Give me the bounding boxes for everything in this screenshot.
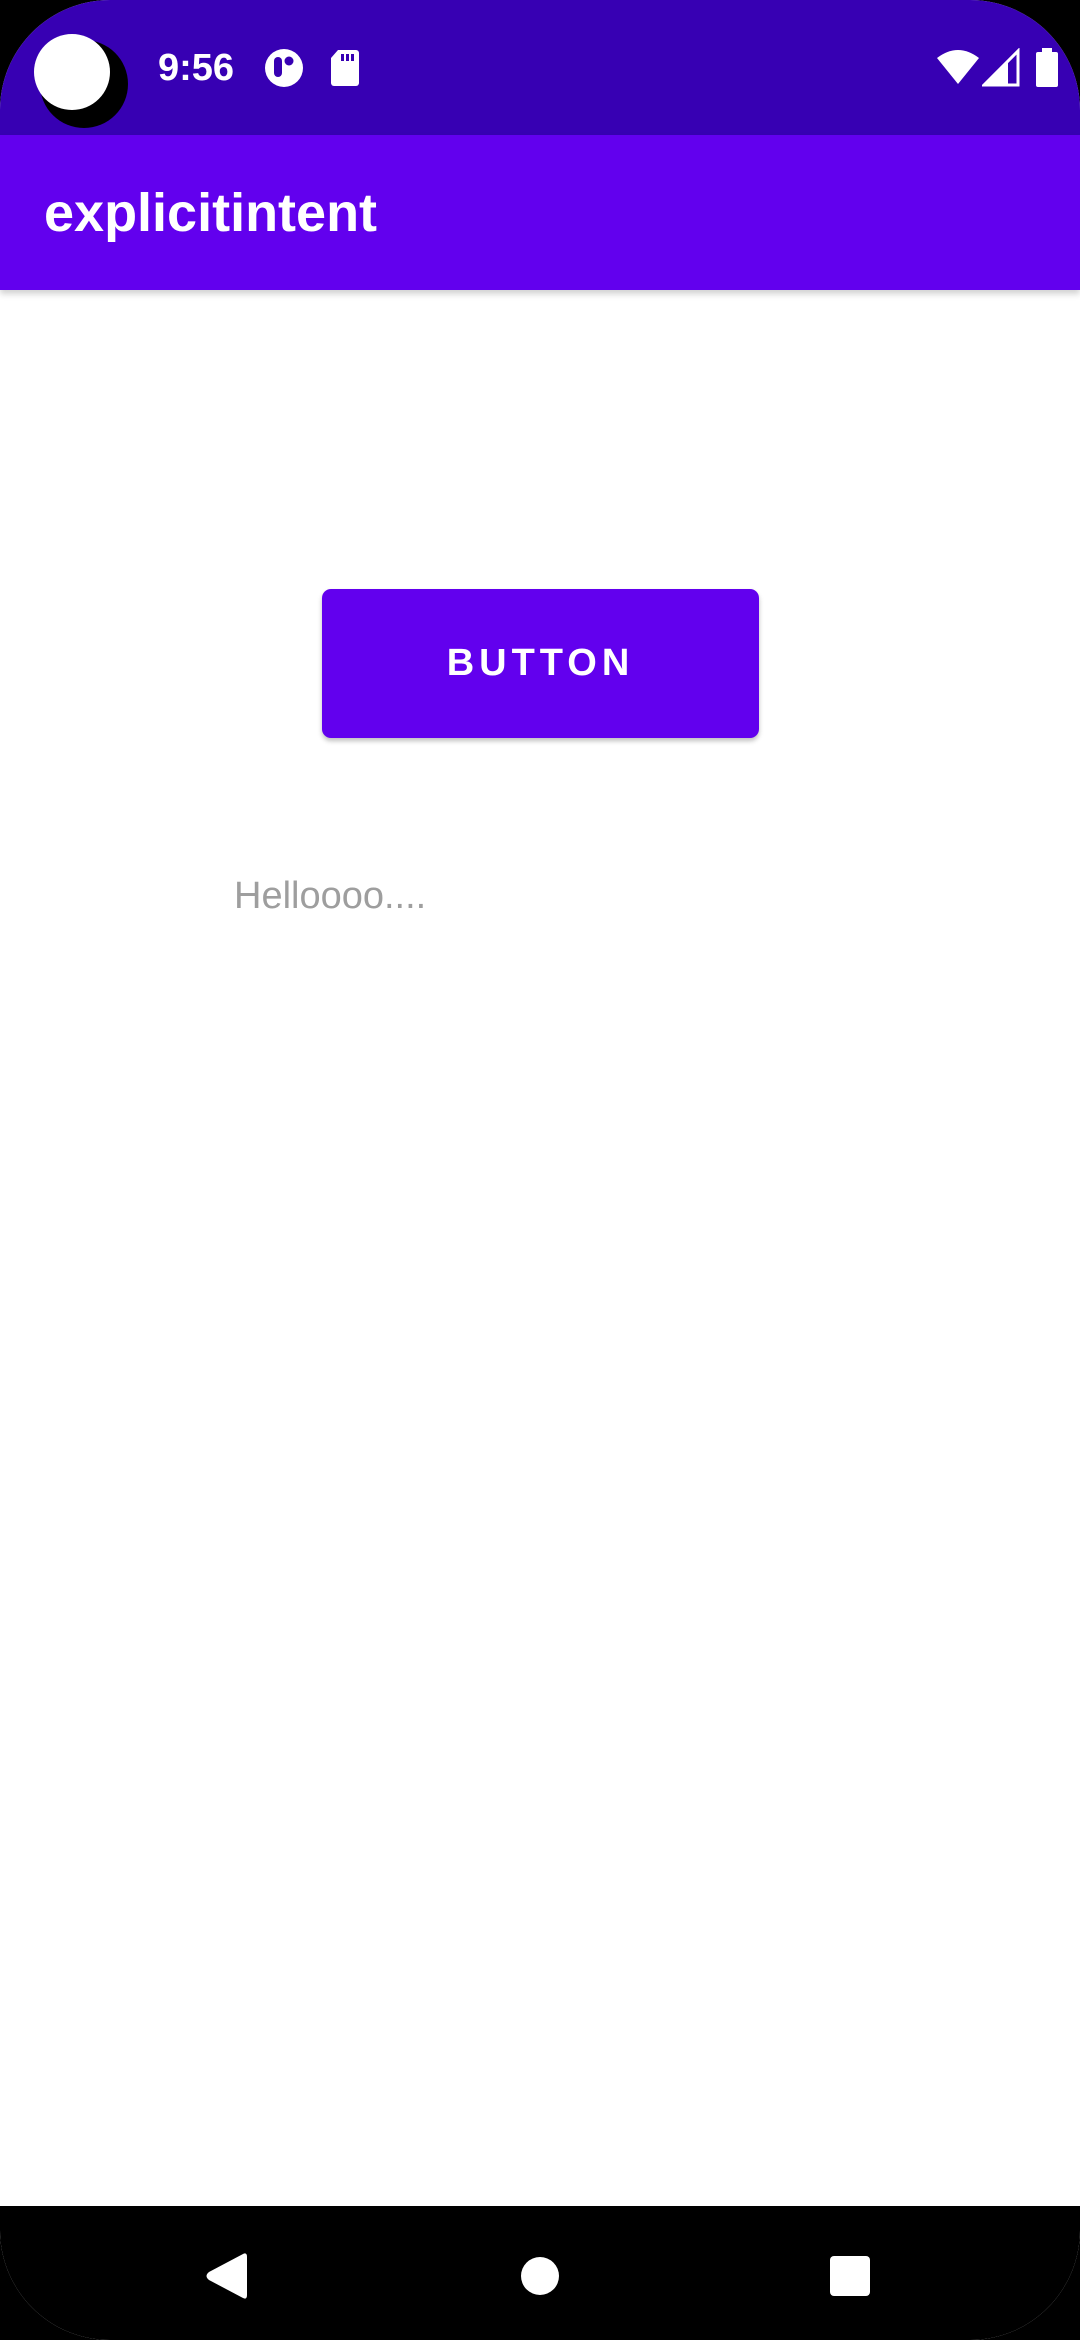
main-button[interactable]: BUTTON xyxy=(322,589,759,738)
navigation-bar xyxy=(0,2206,1080,2340)
status-time: 9:56 xyxy=(158,47,235,89)
sd-card-icon xyxy=(330,48,360,88)
wifi-icon xyxy=(935,48,981,88)
camera-lens xyxy=(34,34,110,110)
recents-icon xyxy=(830,2256,870,2296)
battery-icon xyxy=(1035,48,1059,88)
back-icon xyxy=(206,2253,247,2299)
home-icon xyxy=(521,2257,559,2295)
back-button[interactable] xyxy=(176,2226,276,2326)
hello-text: Helloooo.... xyxy=(234,875,427,917)
notification-app-icon xyxy=(264,48,304,88)
phone-screen: 9:56 explicitintent BUTTON Helloooo.... xyxy=(0,0,1080,2340)
app-bar: explicitintent xyxy=(0,135,1080,290)
cellular-signal-icon xyxy=(982,48,1020,88)
status-bar: 9:56 xyxy=(0,0,1080,135)
app-title: explicitintent xyxy=(44,183,378,243)
recents-button[interactable] xyxy=(800,2226,900,2326)
home-button[interactable] xyxy=(490,2226,590,2326)
